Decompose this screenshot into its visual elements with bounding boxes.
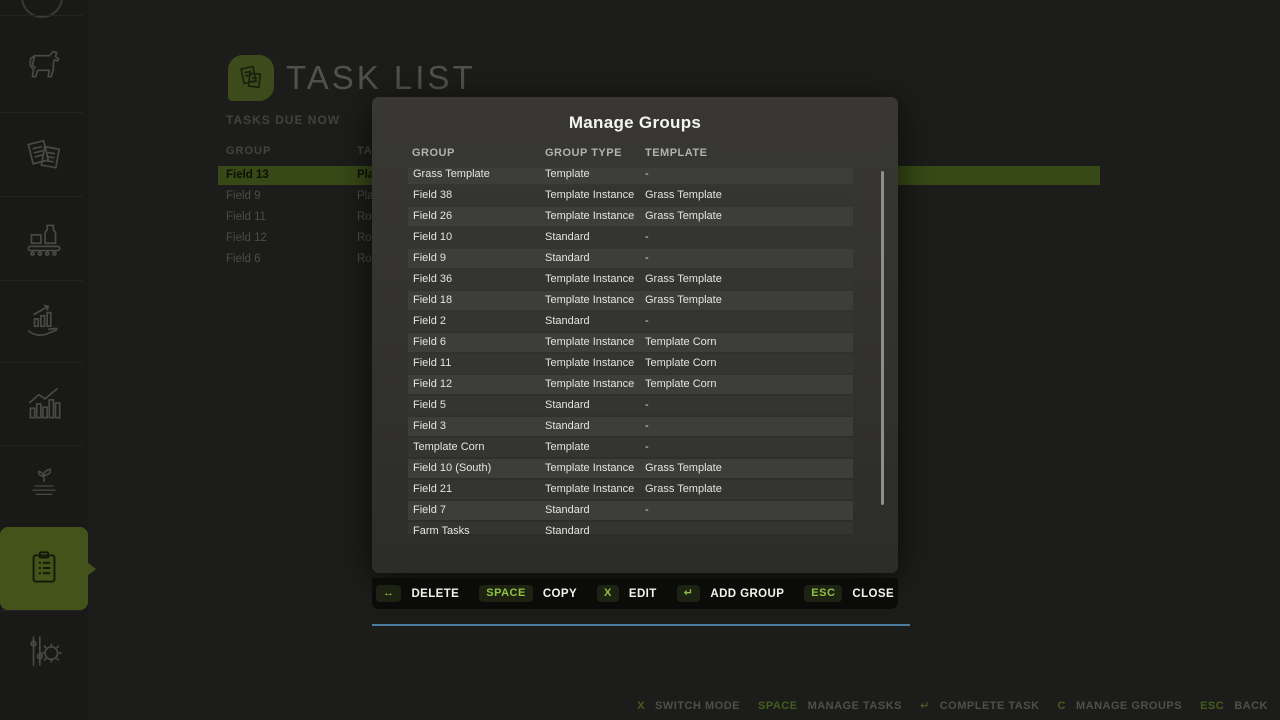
group-cell-template: Grass Template (645, 459, 722, 478)
focus-underline (372, 624, 910, 626)
group-cell-template: Template Corn (645, 354, 717, 373)
action-button[interactable]: X EDIT (597, 585, 657, 602)
group-cell-name: Field 9 (413, 249, 446, 268)
game-screen: TASK LIST TASKS DUE NOW GROUP TASK Field… (0, 0, 1280, 720)
group-row[interactable]: Template Corn Template - (408, 438, 853, 457)
group-cell-type: Template (545, 168, 590, 184)
group-cell-template: - (645, 168, 649, 184)
key-badge: ↵ (677, 585, 701, 602)
group-cell-name: Field 5 (413, 396, 446, 415)
group-cell-template: Grass Template (645, 186, 722, 205)
group-cell-name: Field 11 (413, 354, 451, 373)
group-cell-type: Standard (545, 501, 590, 520)
group-cell-name: Field 10 (413, 228, 452, 247)
column-header-group-type: GROUP TYPE (545, 147, 622, 159)
group-cell-type: Template Instance (545, 270, 634, 289)
group-cell-template: - (645, 501, 649, 520)
group-cell-type: Template Instance (545, 459, 634, 478)
group-cell-type: Standard (545, 228, 590, 247)
dialog-actions-bar: ↔ DELETE SPACE COPY X EDIT ↵ ADD GROUP E… (372, 578, 898, 609)
column-header-group: GROUP (412, 147, 455, 159)
group-cell-name: Field 36 (413, 270, 452, 289)
group-cell-name: Field 26 (413, 207, 452, 226)
group-cell-name: Farm Tasks (413, 522, 470, 534)
key-badge: ESC (804, 585, 842, 602)
action-button[interactable]: ESC CLOSE (804, 585, 894, 602)
group-row[interactable]: Field 10 Standard - (408, 228, 853, 247)
group-row[interactable]: Field 11 Template Instance Template Corn (408, 354, 853, 373)
group-cell-type: Template Instance (545, 186, 634, 205)
group-cell-type: Template Instance (545, 480, 634, 499)
group-cell-template: - (645, 249, 649, 268)
action-button[interactable]: ↔ DELETE (376, 585, 459, 602)
group-cell-name: Field 3 (413, 417, 446, 436)
action-button[interactable]: SPACE COPY (479, 585, 577, 602)
group-cell-name: Field 2 (413, 312, 446, 331)
group-cell-type: Standard (545, 312, 590, 331)
group-row[interactable]: Field 18 Template Instance Grass Templat… (408, 291, 853, 310)
group-cell-template: Grass Template (645, 480, 722, 499)
scrollbar[interactable] (881, 171, 884, 505)
group-cell-template: Template Corn (645, 375, 717, 394)
group-row[interactable]: Field 9 Standard - (408, 249, 853, 268)
group-cell-name: Field 10 (South) (413, 459, 491, 478)
group-cell-name: Field 18 (413, 291, 452, 310)
group-cell-template: - (645, 228, 649, 247)
group-cell-template: - (645, 417, 649, 436)
group-cell-name: Field 12 (413, 375, 452, 394)
action-label: EDIT (629, 588, 657, 600)
group-table: Grass Template Template - Field 38 Templ… (408, 168, 853, 534)
group-row[interactable]: Field 6 Template Instance Template Corn (408, 333, 853, 352)
action-label: ADD GROUP (710, 588, 784, 600)
group-cell-template: - (645, 438, 649, 457)
group-cell-template: Grass Template (645, 207, 722, 226)
group-row[interactable]: Field 36 Template Instance Grass Templat… (408, 270, 853, 289)
group-cell-template: - (645, 396, 649, 415)
action-label: COPY (543, 588, 577, 600)
group-cell-type: Template Instance (545, 354, 634, 373)
key-badge: X (597, 585, 619, 602)
manage-groups-dialog: Manage Groups GROUP GROUP TYPE TEMPLATE … (372, 97, 898, 573)
group-cell-type: Standard (545, 522, 590, 534)
group-row[interactable]: Field 38 Template Instance Grass Templat… (408, 186, 853, 205)
group-cell-type: Template Instance (545, 291, 634, 310)
key-badge: SPACE (479, 585, 533, 602)
group-row[interactable]: Field 3 Standard - (408, 417, 853, 436)
group-cell-type: Template Instance (545, 333, 634, 352)
group-cell-type: Template (545, 438, 590, 457)
group-row[interactable]: Farm Tasks Standard (408, 522, 853, 534)
group-cell-type: Template Instance (545, 207, 634, 226)
group-cell-template: Template Corn (645, 333, 717, 352)
group-cell-type: Template Instance (545, 375, 634, 394)
key-badge: ↔ (376, 585, 402, 602)
group-cell-name: Field 38 (413, 186, 452, 205)
group-row[interactable]: Field 12 Template Instance Template Corn (408, 375, 853, 394)
group-row[interactable]: Field 26 Template Instance Grass Templat… (408, 207, 853, 226)
group-row[interactable]: Field 5 Standard - (408, 396, 853, 415)
column-header-template: TEMPLATE (645, 147, 707, 159)
group-cell-template: - (645, 312, 649, 331)
group-cell-name: Field 7 (413, 501, 446, 520)
action-label: DELETE (411, 588, 459, 600)
action-button[interactable]: ↵ ADD GROUP (677, 585, 785, 602)
group-cell-name: Field 6 (413, 333, 446, 352)
group-cell-template: Grass Template (645, 291, 722, 310)
group-row[interactable]: Field 7 Standard - (408, 501, 853, 520)
group-row[interactable]: Field 2 Standard - (408, 312, 853, 331)
group-row[interactable]: Field 21 Template Instance Grass Templat… (408, 480, 853, 499)
group-cell-name: Template Corn (413, 438, 485, 457)
group-cell-name: Field 21 (413, 480, 452, 499)
group-cell-type: Standard (545, 417, 590, 436)
action-label: CLOSE (852, 588, 894, 600)
dialog-title: Manage Groups (372, 97, 898, 133)
group-row[interactable]: Grass Template Template - (408, 168, 853, 184)
group-cell-type: Standard (545, 249, 590, 268)
group-cell-name: Grass Template (413, 168, 490, 184)
group-cell-template: Grass Template (645, 270, 722, 289)
group-cell-type: Standard (545, 396, 590, 415)
group-row[interactable]: Field 10 (South) Template Instance Grass… (408, 459, 853, 478)
